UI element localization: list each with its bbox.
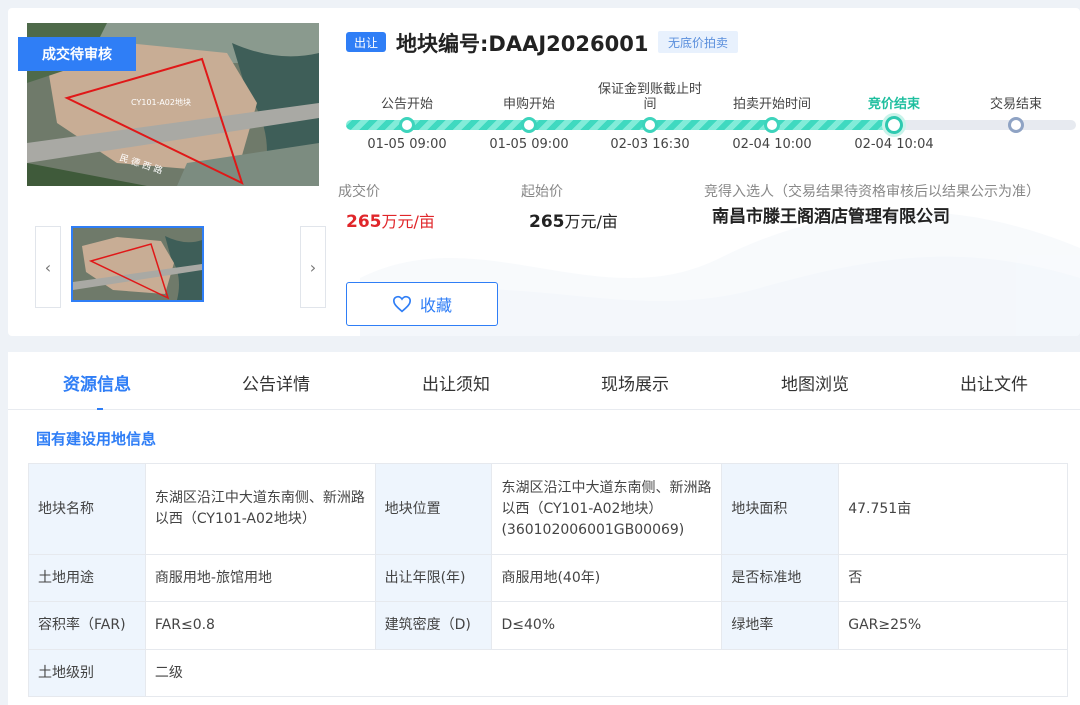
step-dot <box>399 117 415 133</box>
winner-label: 竞得入选人（交易结果待资格审核后以结果公示为准） <box>704 184 1040 200</box>
tab-transfer-notice[interactable]: 出让须知 <box>422 370 490 395</box>
start-price: 265万元/亩 <box>529 208 618 232</box>
step-label: 公告开始 <box>380 97 433 112</box>
field-value: D≤40% <box>491 601 723 650</box>
photo-overlay-label: CY101-A02地块 <box>131 97 191 107</box>
step-dot-active <box>885 116 903 134</box>
detail-panel: 资源信息 公告详情 出让须知 现场展示 地图浏览 出让文件 国有建设用地信息 地… <box>8 352 1080 705</box>
step-dot <box>521 117 537 133</box>
step-dot-future <box>1008 117 1024 133</box>
section-title: 国有建设用地信息 <box>36 430 157 448</box>
table-row: 容积率（FAR) FAR≤0.8 建筑密度（D) D≤40% 绿地率 GAR≥2… <box>28 601 1068 650</box>
field-label: 建筑密度（D) <box>374 601 493 650</box>
field-label: 土地用途 <box>28 554 146 602</box>
thumbnail-prev-button[interactable]: ‹ <box>35 226 61 308</box>
parcel-thumbnail[interactable] <box>71 226 204 302</box>
thumbnail-next-button[interactable]: › <box>300 226 326 308</box>
field-value: GAR≥25% <box>838 601 1068 650</box>
field-value: 东湖区沿江中大道东南侧、新洲路以西（CY101-A02地块）(360102006… <box>491 463 723 555</box>
field-label: 出让年限(年) <box>374 554 493 602</box>
step-label: 保证金到账截止时间 <box>597 82 702 112</box>
step-time: 02-04 10:00 <box>732 137 812 152</box>
step-label-active: 竞价结束 <box>867 97 920 112</box>
field-value: FAR≤0.8 <box>144 601 376 650</box>
active-tab-indicator <box>97 408 103 410</box>
auction-summary-card: CY101-A02地块 民 德 西 路 成交待审核 ‹ › 出让 地块编号:DA… <box>8 8 1080 336</box>
table-row: 土地用途 商服用地-旅馆用地 出让年限(年) 商服用地(40年) 是否标准地 否 <box>28 554 1068 602</box>
start-price-unit: 万元/亩 <box>564 212 618 231</box>
field-label: 土地级别 <box>28 649 146 697</box>
land-info-table: 地块名称 东湖区沿江中大道东南侧、新洲路以西（CY101-A02地块） 地块位置… <box>28 463 1069 697</box>
deal-price-unit: 万元/亩 <box>381 212 435 231</box>
field-value: 商服用地(40年) <box>491 554 723 602</box>
transfer-type-tag: 出让 <box>346 32 386 52</box>
favorite-label: 收藏 <box>419 296 452 315</box>
step-time: 02-03 16:30 <box>610 137 690 152</box>
step-label: 拍卖开始时间 <box>732 97 811 112</box>
tab-resource-info[interactable]: 资源信息 <box>63 370 131 395</box>
field-value: 二级 <box>144 649 1069 697</box>
field-label: 是否标准地 <box>721 554 840 602</box>
field-value: 东湖区沿江中大道东南侧、新洲路以西（CY101-A02地块） <box>144 463 376 555</box>
detail-tabs: 资源信息 公告详情 出让须知 现场展示 地图浏览 出让文件 <box>8 352 1080 410</box>
field-label: 地块面积 <box>721 463 840 555</box>
table-row: 地块名称 东湖区沿江中大道东南侧、新洲路以西（CY101-A02地块） 地块位置… <box>28 463 1068 555</box>
favorite-button[interactable]: 收藏 <box>346 282 498 326</box>
start-price-value: 265 <box>529 212 565 232</box>
field-label: 地块名称 <box>28 463 146 555</box>
field-value: 商服用地-旅馆用地 <box>144 554 376 602</box>
progress-bar <box>346 116 1076 136</box>
tab-site-display[interactable]: 现场展示 <box>601 370 669 395</box>
step-dot <box>764 117 780 133</box>
field-label: 容积率（FAR) <box>28 601 146 650</box>
auction-type-tag: 无底价拍卖 <box>658 31 739 53</box>
field-label: 地块位置 <box>374 463 493 555</box>
field-value: 否 <box>838 554 1068 602</box>
field-value: 47.751亩 <box>838 463 1068 555</box>
parcel-title: 地块编号:DAAJ2026001 <box>396 32 649 56</box>
deal-price: 265万元/亩 <box>346 208 435 232</box>
step-time: 02-04 10:04 <box>854 137 934 152</box>
step-label: 申购开始 <box>502 97 555 112</box>
heart-icon <box>392 295 411 313</box>
table-row: 土地级别 二级 <box>28 649 1069 697</box>
field-label: 绿地率 <box>721 601 840 650</box>
tab-map-view[interactable]: 地图浏览 <box>781 370 849 395</box>
tab-announcement[interactable]: 公告详情 <box>242 370 310 395</box>
deal-price-label: 成交价 <box>338 184 380 200</box>
step-dot <box>642 117 658 133</box>
progress-fill <box>346 120 894 130</box>
start-price-label: 起始价 <box>521 184 563 200</box>
tab-transfer-files[interactable]: 出让文件 <box>960 370 1028 395</box>
step-label: 交易结束 <box>989 97 1042 112</box>
step-time: 01-05 09:00 <box>489 137 569 152</box>
status-badge: 成交待审核 <box>18 37 136 71</box>
deal-price-value: 265 <box>346 212 382 232</box>
step-time: 01-05 09:00 <box>367 137 447 152</box>
winner-name: 南昌市滕王阁酒店管理有限公司 <box>712 207 950 227</box>
